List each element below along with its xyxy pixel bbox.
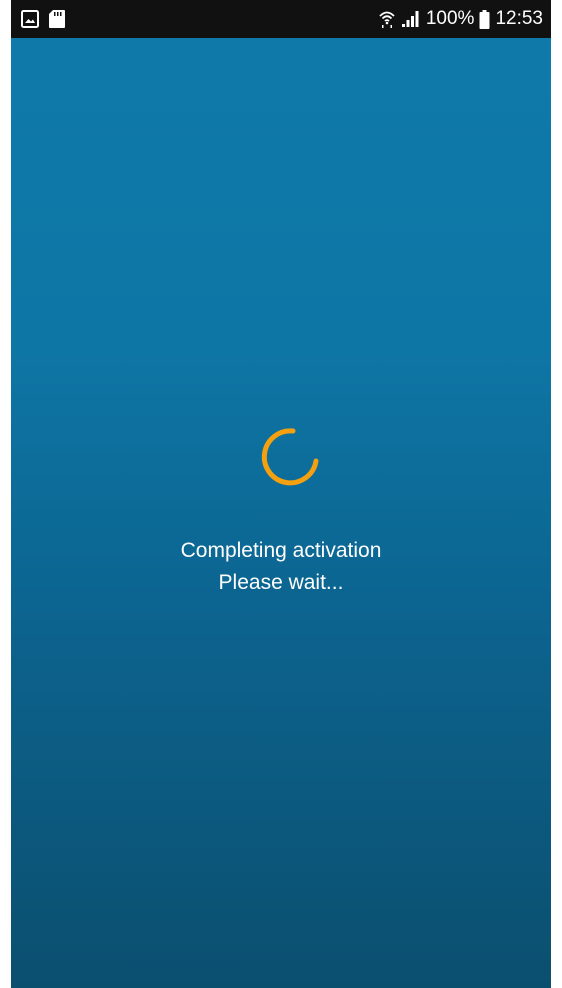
status-indicators: 100% 12:53 xyxy=(378,0,543,38)
loading-spinner-icon xyxy=(251,424,321,494)
image-icon xyxy=(21,10,39,28)
activation-status-text: Completing activation xyxy=(180,539,382,562)
sd-card-icon xyxy=(48,9,66,29)
please-wait-text: Please wait... xyxy=(218,571,344,594)
status-notifications xyxy=(21,9,66,29)
wifi-icon xyxy=(378,9,396,29)
battery-percent: 100% xyxy=(425,8,475,29)
status-bar: 100% 12:53 xyxy=(11,0,551,38)
signal-icon xyxy=(401,10,421,28)
clock: 12:53 xyxy=(495,8,543,29)
activation-screen: 100% 12:53 Completing activation Please … xyxy=(11,0,551,988)
battery-icon xyxy=(479,9,490,29)
